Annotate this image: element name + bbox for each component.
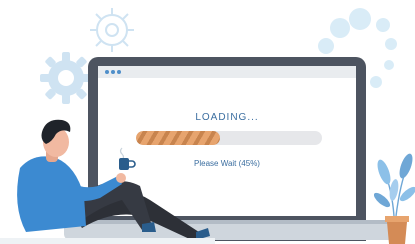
bubble-decoration xyxy=(376,18,390,32)
person-illustration xyxy=(0,119,215,244)
coffee-cup-icon xyxy=(119,147,136,170)
loading-illustration: LOADING... Please Wait (45%) xyxy=(0,0,415,244)
bubble-decoration xyxy=(349,8,371,30)
bubble-decoration xyxy=(370,76,382,88)
bubble-decoration xyxy=(385,38,397,50)
potted-plant-icon xyxy=(374,153,415,244)
bubble-decoration xyxy=(318,38,334,54)
gear-icon xyxy=(90,8,134,52)
bubble-decoration xyxy=(330,18,350,38)
gear-icon xyxy=(40,52,92,104)
window-titlebar xyxy=(98,66,356,78)
bubble-decoration xyxy=(384,60,394,70)
window-dot xyxy=(117,70,121,74)
window-dots-icon xyxy=(105,70,109,74)
window-dot xyxy=(111,70,115,74)
